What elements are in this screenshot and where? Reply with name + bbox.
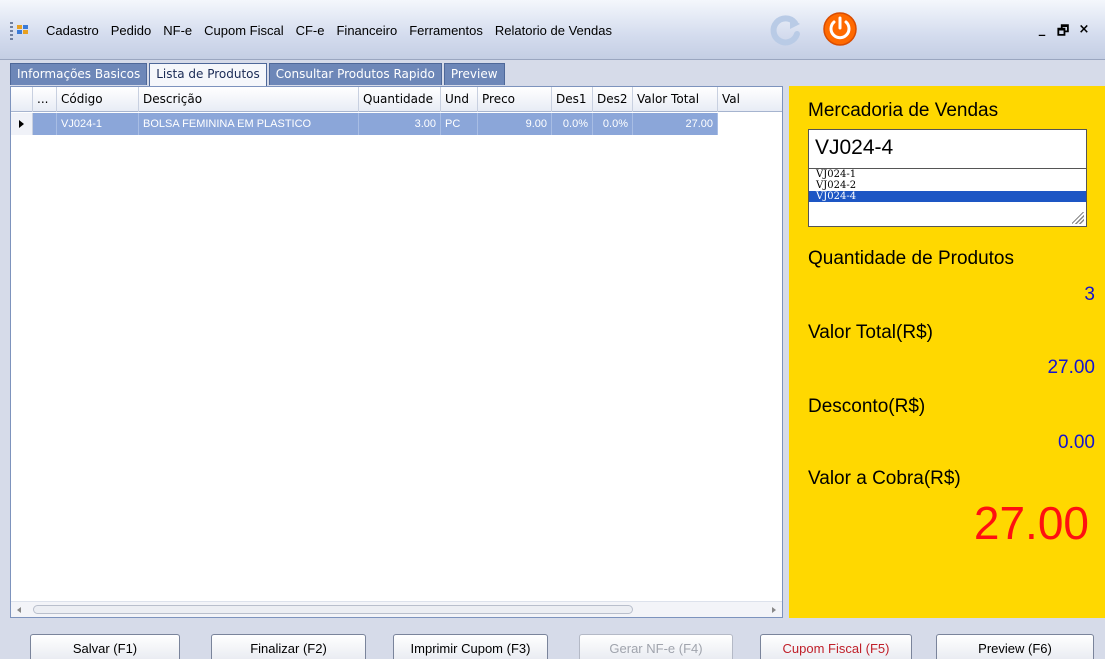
tab-consultar-produtos[interactable]: Consultar Produtos Rapido: [268, 63, 442, 85]
app-icon[interactable]: [17, 25, 30, 36]
menu-cadastro[interactable]: Cadastro: [40, 23, 105, 38]
power-icon[interactable]: [822, 11, 858, 47]
quantidade-label: Quantidade de Produtos: [808, 248, 1014, 269]
refresh-icon[interactable]: [768, 14, 802, 48]
scroll-right-icon[interactable]: [772, 607, 776, 613]
cell-quantidade[interactable]: 3.00: [359, 113, 441, 135]
col-header-indicator: [11, 87, 33, 112]
product-option[interactable]: VJ024-1: [809, 169, 1086, 180]
cell-ellipsis[interactable]: [33, 113, 57, 135]
desconto-label: Desconto(R$): [808, 396, 926, 417]
row-selector-icon[interactable]: [11, 113, 33, 135]
menu-nfe[interactable]: NF-e: [157, 23, 198, 38]
product-grid[interactable]: ... Código Descrição Quantidade Und Prec…: [10, 86, 783, 618]
restore-icon[interactable]: 🗗: [1057, 22, 1069, 44]
cell-des1[interactable]: 0.0%: [552, 113, 593, 135]
footer-toolbar: Salvar (F1) Finalizar (F2) Imprimir Cupo…: [0, 620, 1105, 659]
table-row[interactable]: VJ024-1 BOLSA FEMININA EM PLASTICO 3.00 …: [11, 113, 782, 135]
col-header-descricao[interactable]: Descrição: [139, 87, 359, 112]
scroll-left-icon[interactable]: [17, 607, 21, 613]
cell-valor-total[interactable]: 27.00: [633, 113, 718, 135]
tab-strip: Informações Basicos Lista de Produtos Co…: [10, 63, 507, 86]
col-header-und[interactable]: Und: [441, 87, 478, 112]
product-option-selected[interactable]: VJ024-4: [809, 191, 1086, 202]
menu-items: Cadastro Pedido NF-e Cupom Fiscal CF-e F…: [40, 23, 618, 38]
close-icon[interactable]: ×: [1078, 22, 1090, 44]
grip-icon[interactable]: [10, 22, 13, 40]
valor-total-value: 27.00: [1047, 357, 1095, 378]
quantidade-value: 3: [1084, 284, 1095, 305]
cell-des2[interactable]: 0.0%: [593, 113, 633, 135]
col-header-valor-total[interactable]: Valor Total: [633, 87, 718, 112]
tab-informacoes-basicos[interactable]: Informações Basicos: [10, 63, 148, 85]
horizontal-scrollbar[interactable]: [11, 601, 782, 617]
resize-grip-icon[interactable]: [1072, 212, 1084, 224]
menu-ferramentos[interactable]: Ferramentos: [403, 23, 489, 38]
valor-cobra-value: 27.00: [973, 497, 1089, 549]
cell-codigo[interactable]: VJ024-1: [57, 113, 139, 135]
finalizar-button[interactable]: Finalizar (F2): [211, 634, 366, 659]
col-header-ellipsis[interactable]: ...: [33, 87, 57, 112]
tab-preview[interactable]: Preview: [443, 63, 505, 85]
product-suggestion-list[interactable]: VJ024-1 VJ024-2 VJ024-4: [808, 169, 1087, 227]
col-header-val[interactable]: Val: [718, 87, 782, 112]
preview-button[interactable]: Preview (F6): [936, 634, 1094, 659]
product-code-input[interactable]: VJ024-4: [808, 129, 1087, 169]
grid-header: ... Código Descrição Quantidade Und Prec…: [11, 87, 782, 112]
salvar-button[interactable]: Salvar (F1): [30, 634, 180, 659]
col-header-preco[interactable]: Preco: [478, 87, 552, 112]
valor-cobra-label: Valor a Cobra(R$): [808, 468, 961, 489]
gerar-nfe-button[interactable]: Gerar NF-e (F4): [579, 634, 733, 659]
menu-relatorio-vendas[interactable]: Relatorio de Vendas: [489, 23, 618, 38]
col-header-des1[interactable]: Des1: [552, 87, 593, 112]
minimize-icon[interactable]: _: [1036, 22, 1048, 44]
menu-financeiro[interactable]: Financeiro: [330, 23, 403, 38]
cupom-fiscal-button[interactable]: Cupom Fiscal (F5): [760, 634, 912, 659]
scrollbar-thumb[interactable]: [33, 605, 633, 614]
cell-val[interactable]: [718, 113, 782, 135]
col-header-quantidade[interactable]: Quantidade: [359, 87, 441, 112]
cell-descricao[interactable]: BOLSA FEMININA EM PLASTICO: [139, 113, 359, 135]
mercadoria-label: Mercadoria de Vendas: [808, 100, 999, 121]
window-controls: _ 🗗 ×: [1036, 22, 1090, 44]
menu-pedido[interactable]: Pedido: [105, 23, 157, 38]
product-option[interactable]: VJ024-2: [809, 180, 1086, 191]
col-header-des2[interactable]: Des2: [593, 87, 633, 112]
valor-total-label: Valor Total(R$): [808, 322, 933, 343]
menu-cupom-fiscal[interactable]: Cupom Fiscal: [198, 23, 289, 38]
menu-cfe[interactable]: CF-e: [290, 23, 331, 38]
imprimir-cupom-button[interactable]: Imprimir Cupom (F3): [393, 634, 548, 659]
menu-bar: Cadastro Pedido NF-e Cupom Fiscal CF-e F…: [0, 0, 1105, 60]
desconto-value: 0.00: [1058, 432, 1095, 453]
tab-lista-produtos[interactable]: Lista de Produtos: [149, 63, 267, 86]
cell-und[interactable]: PC: [441, 113, 478, 135]
col-header-codigo[interactable]: Código: [57, 87, 139, 112]
sales-summary-panel: Mercadoria de Vendas VJ024-4 VJ024-1 VJ0…: [789, 86, 1105, 618]
cell-preco[interactable]: 9.00: [478, 113, 552, 135]
